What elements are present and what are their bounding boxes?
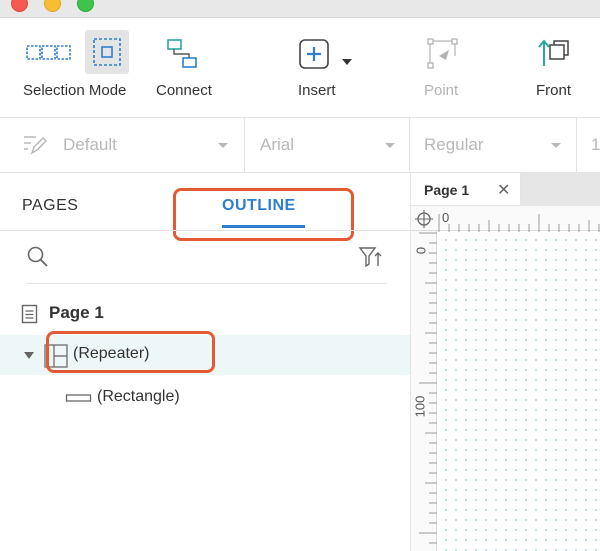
- close-tab-icon[interactable]: ✕: [497, 180, 510, 200]
- canvas-grid[interactable]: [438, 232, 600, 551]
- tree-item-label: (Rectangle): [97, 388, 180, 405]
- horizontal-ruler: 0: [411, 205, 600, 232]
- selection-mode-icon: [26, 45, 71, 60]
- connect-icon: [167, 39, 197, 68]
- tab-pages[interactable]: PAGES: [22, 197, 78, 215]
- insert-button[interactable]: Insert: [290, 18, 360, 118]
- font-weight-value: Regular: [424, 135, 484, 154]
- insert-dropdown-caret-icon: [342, 59, 352, 65]
- insert-label: Insert: [298, 82, 336, 99]
- connect-label: Connect: [156, 82, 212, 99]
- vertical-ruler-ticks: [419, 232, 437, 544]
- window-title-bar: [0, 0, 600, 18]
- point-button[interactable]: Point: [415, 18, 475, 118]
- outline-panel: PAGES OUTLINE Page 1 (Repeater) (Rectang…: [0, 173, 411, 551]
- font-family-value: Arial: [260, 135, 295, 154]
- font-size-field[interactable]: 1: [577, 118, 600, 173]
- font-size-value: 1: [591, 135, 600, 154]
- bring-to-front-button[interactable]: Front: [532, 18, 592, 118]
- tree-item-label: Page 1: [49, 303, 104, 322]
- minimize-window-button[interactable]: [44, 0, 61, 12]
- vertical-ruler: 0 100: [411, 231, 437, 551]
- tab-strip-background: [521, 173, 600, 205]
- font-family-dropdown[interactable]: Arial: [245, 118, 410, 173]
- close-window-button[interactable]: [11, 0, 28, 12]
- format-bar: Default Arial Regular 1: [0, 118, 600, 173]
- zoom-window-button[interactable]: [77, 0, 94, 12]
- horizontal-ruler-ticks: [438, 214, 600, 232]
- intersect-select-button[interactable]: [85, 18, 131, 118]
- tree-item-rectangle[interactable]: (Rectangle): [0, 378, 410, 418]
- connect-button[interactable]: Connect: [150, 18, 230, 118]
- font-weight-dropdown[interactable]: Regular: [410, 118, 577, 173]
- font-weight-caret-icon: [551, 143, 561, 148]
- main-toolbar: Selection Mode Connect Insert Point Fron…: [0, 18, 600, 118]
- style-dropdown[interactable]: Default: [0, 118, 245, 173]
- search-icon[interactable]: [26, 245, 50, 269]
- insert-plus-icon: [299, 39, 329, 69]
- expand-caret-icon[interactable]: [23, 351, 35, 361]
- filter-sort-icon[interactable]: [358, 245, 384, 269]
- doc-tab-label: Page 1: [424, 182, 470, 198]
- crosshair-icon[interactable]: [415, 210, 433, 228]
- tree-item-page[interactable]: Page 1: [0, 293, 410, 333]
- bring-to-front-icon: [538, 39, 569, 66]
- style-caret-icon: [218, 143, 228, 148]
- rectangle-icon: [65, 394, 92, 402]
- select-contained-icon: [93, 38, 121, 66]
- point-label: Point: [424, 82, 459, 99]
- style-pencil-icon: [24, 136, 48, 155]
- repeater-annotation: [46, 331, 215, 373]
- style-value: Default: [63, 135, 117, 154]
- front-label: Front: [536, 82, 572, 99]
- point-icon: [427, 38, 458, 69]
- canvas-area: Page 1 ✕ 0 0 100: [411, 173, 600, 551]
- search-underline: [26, 283, 387, 284]
- font-family-caret-icon: [385, 143, 395, 148]
- doc-tab-page-1[interactable]: Page 1 ✕: [411, 173, 521, 205]
- page-icon: [21, 304, 38, 324]
- outline-search-row: [0, 231, 411, 283]
